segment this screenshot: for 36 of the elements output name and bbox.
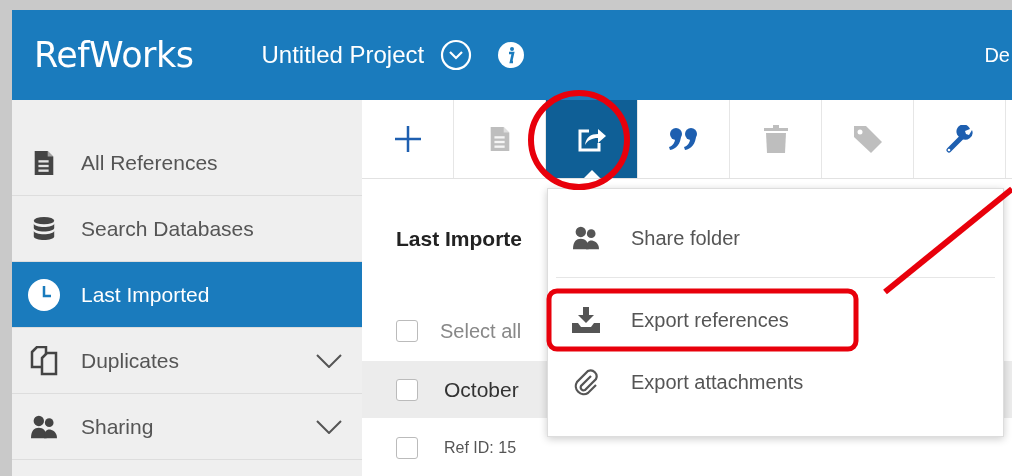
people-icon — [573, 225, 599, 251]
sidebar-item[interactable]: Sharing — [12, 394, 362, 460]
select-all-label: Select all — [440, 319, 522, 343]
user-menu[interactable]: De — [984, 43, 1010, 67]
chevron-icon[interactable] — [316, 419, 342, 434]
dropdown-icon[interactable] — [440, 39, 473, 71]
download-icon — [572, 307, 600, 333]
tag-icon — [852, 124, 883, 154]
menu-item[interactable]: Share folder — [548, 207, 1003, 269]
menu-pointer — [583, 170, 600, 178]
people-icon — [31, 413, 57, 440]
checkbox[interactable] — [396, 437, 418, 459]
menu-item[interactable]: Export references — [548, 289, 1003, 351]
sidebar-item[interactable]: Duplicates — [12, 328, 362, 394]
wrench-icon — [945, 125, 974, 153]
project-title: Untitled Project — [261, 41, 425, 69]
date-group-label: October — [444, 377, 519, 402]
copies-icon — [29, 345, 59, 376]
toolbar-button[interactable] — [546, 100, 638, 178]
checkbox[interactable] — [396, 320, 418, 342]
chevron-icon[interactable] — [316, 353, 342, 368]
info-icon[interactable] — [498, 42, 525, 68]
sidebar-item[interactable]: All References — [12, 130, 362, 196]
menu-item[interactable]: Export attachments — [548, 351, 1003, 413]
quote-icon — [668, 126, 699, 152]
checkbox[interactable] — [396, 378, 418, 401]
clock-icon — [27, 277, 61, 312]
add-icon — [393, 125, 422, 153]
sidebar-item[interactable]: Last Imported — [12, 262, 362, 328]
trash-icon — [763, 125, 788, 153]
app-logo: RefWorks — [34, 35, 194, 75]
reference-id: Ref ID: 15 — [444, 439, 517, 457]
paperclip-icon — [573, 368, 599, 396]
database-icon — [31, 215, 57, 242]
share-icon — [576, 126, 607, 152]
folder-title: Last Importe — [396, 227, 523, 251]
